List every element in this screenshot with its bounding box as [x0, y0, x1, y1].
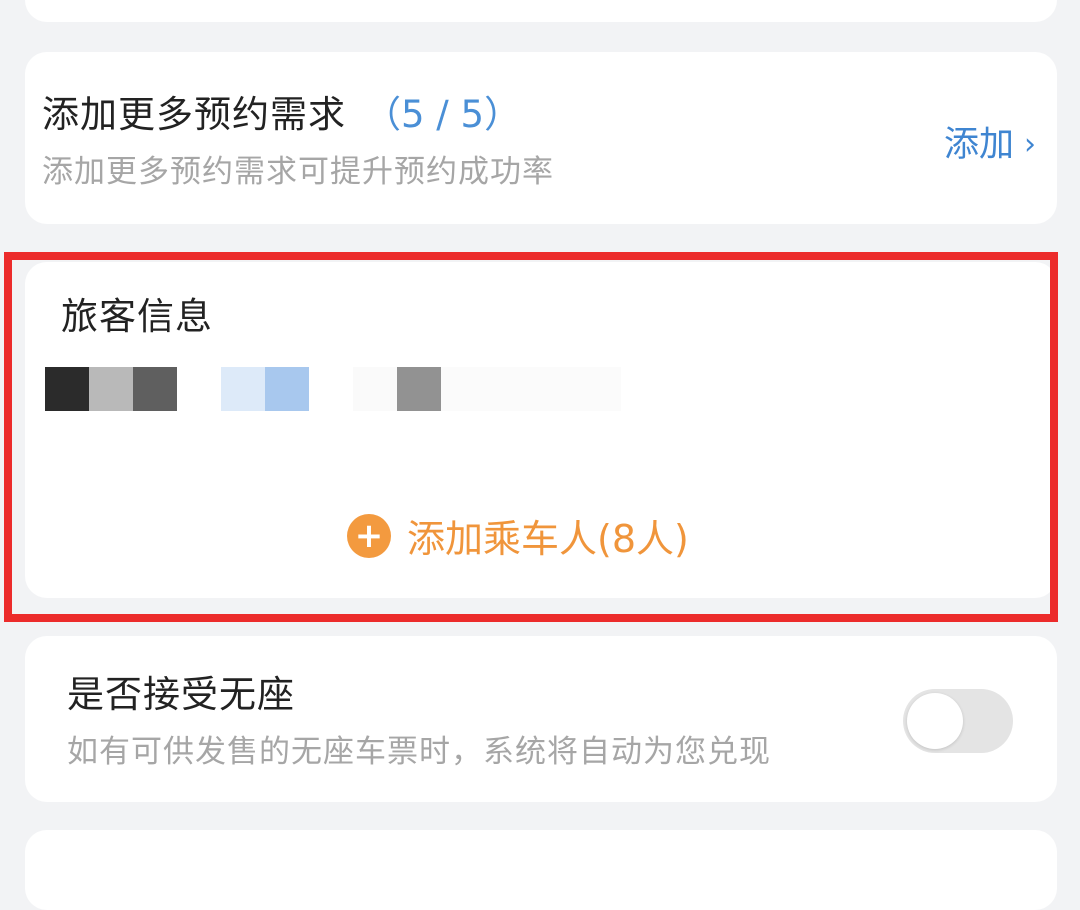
no-seat-title: 是否接受无座: [67, 673, 295, 716]
previous-section-card: [25, 0, 1057, 22]
more-requests-title: 添加更多预约需求 （5 / 5）: [42, 84, 521, 138]
more-requests-subtitle: 添加更多预约需求可提升预约成功率: [42, 154, 554, 190]
no-seat-subtitle: 如有可供发售的无座车票时，系统将自动为您兑现: [67, 734, 771, 770]
next-section-card: [25, 830, 1057, 910]
highlight-box: [4, 252, 1058, 622]
more-requests-count: （5 / 5）: [364, 93, 522, 136]
chevron-right-icon: ›: [1024, 127, 1036, 162]
add-request-label: 添加: [943, 125, 1014, 165]
no-seat-card: 是否接受无座 如有可供发售的无座车票时，系统将自动为您兑现: [25, 636, 1057, 802]
toggle-knob: [907, 693, 963, 749]
no-seat-toggle[interactable]: [903, 689, 1013, 753]
add-request-button[interactable]: 添加 ›: [944, 116, 1036, 167]
more-requests-title-text: 添加更多预约需求: [42, 93, 346, 136]
more-requests-card: [25, 52, 1057, 224]
